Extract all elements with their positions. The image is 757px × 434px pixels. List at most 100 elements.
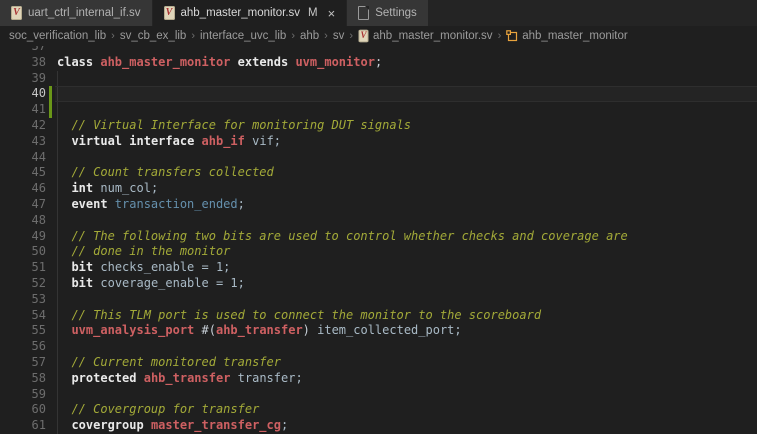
tab-label: uart_ctrl_internal_if.sv (28, 7, 141, 19)
line-number[interactable]: 38 (0, 55, 46, 71)
code-line[interactable]: 40 (0, 86, 757, 102)
line-number[interactable]: 47 (0, 197, 46, 213)
line-number[interactable]: 58 (0, 371, 46, 387)
chevron-right-icon: › (111, 30, 115, 42)
code-text: // This TLM port is used to connect the … (57, 308, 541, 324)
breadcrumb-label: sv (333, 30, 345, 42)
code-line[interactable]: 59 (0, 387, 757, 403)
chevron-right-icon: › (498, 30, 502, 42)
breadcrumb-item[interactable]: ahb_master_monitor (506, 30, 627, 42)
breadcrumb-item[interactable]: interface_uvc_lib (200, 30, 286, 42)
breadcrumb-item[interactable]: ahb (300, 30, 319, 42)
code-line[interactable]: 44 (0, 150, 757, 166)
code-line[interactable]: 43 virtual interface ahb_if vif; (0, 134, 757, 150)
breadcrumb-item[interactable]: sv (333, 30, 345, 42)
tab-uart-ctrl-internal-if-sv[interactable]: Vuart_ctrl_internal_if.sv (0, 0, 153, 26)
line-number[interactable]: 57 (0, 355, 46, 371)
code-text: // Covergroup for transfer (57, 402, 259, 418)
line-number[interactable]: 52 (0, 276, 46, 292)
line-number[interactable]: 41 (0, 102, 46, 118)
class-symbol-icon (506, 30, 518, 42)
code-line[interactable]: 52 bit coverage_enable = 1; (0, 276, 757, 292)
breadcrumb-label: ahb_master_monitor (522, 30, 627, 42)
code-text: covergroup master_transfer_cg; (57, 418, 288, 434)
current-line-highlight (55, 86, 757, 102)
tab-label: ahb_master_monitor.sv (181, 7, 301, 19)
code-line[interactable]: 56 (0, 339, 757, 355)
code-line[interactable]: 58 protected ahb_transfer transfer; (0, 371, 757, 387)
code-text: virtual interface ahb_if vif; (57, 134, 281, 150)
code-line[interactable]: 61 covergroup master_transfer_cg; (0, 418, 757, 434)
code-text: int num_col; (57, 181, 158, 197)
close-icon[interactable]: × (328, 7, 336, 20)
code-text: // Count transfers collected (57, 165, 274, 181)
line-number[interactable]: 39 (0, 71, 46, 87)
code-line[interactable]: 46 int num_col; (0, 181, 757, 197)
line-number[interactable]: 59 (0, 387, 46, 403)
code-line[interactable]: 49 // The following two bits are used to… (0, 229, 757, 245)
breadcrumb-label: interface_uvc_lib (200, 30, 286, 42)
chevron-right-icon: › (291, 30, 295, 42)
breadcrumb: soc_verification_lib › sv_cb_ex_lib › interf… (0, 26, 757, 46)
code-text: bit checks_enable = 1; (57, 260, 230, 276)
code-editor[interactable]: 3738 class ahb_master_monitor extends uvm… (0, 46, 757, 434)
code-line[interactable]: 38 class ahb_master_monitor extends uvm_m… (0, 55, 757, 71)
tab-ahb-master-monitor-sv[interactable]: Vahb_master_monitor.svM× (153, 0, 348, 26)
code-line[interactable]: 42 // Virtual Interface for monitoring D… (0, 118, 757, 134)
line-number[interactable]: 43 (0, 134, 46, 150)
chevron-right-icon: › (349, 30, 353, 42)
code-line[interactable]: 48 (0, 213, 757, 229)
chevron-right-icon: › (324, 30, 328, 42)
line-number[interactable]: 56 (0, 339, 46, 355)
line-number[interactable]: 46 (0, 181, 46, 197)
code-line[interactable]: 37 (0, 46, 757, 55)
breadcrumb-label: soc_verification_lib (9, 30, 106, 42)
line-number[interactable]: 42 (0, 118, 46, 134)
code-line[interactable]: 60 // Covergroup for transfer (0, 402, 757, 418)
code-line[interactable]: 57 // Current monitored transfer (0, 355, 757, 371)
git-modified-badge: M (308, 7, 318, 19)
code-text: // Virtual Interface for monitoring DUT … (57, 118, 411, 134)
breadcrumb-item[interactable]: soc_verification_lib (9, 30, 106, 42)
line-number[interactable]: 60 (0, 402, 46, 418)
systemverilog-file-icon: V (359, 30, 369, 43)
chevron-right-icon: › (191, 30, 195, 42)
git-added-indicator (49, 102, 52, 118)
line-number[interactable]: 54 (0, 308, 46, 324)
code-line[interactable]: 53 (0, 292, 757, 308)
breadcrumb-label: ahb_master_monitor.sv (373, 30, 493, 42)
breadcrumb-item[interactable]: sv_cb_ex_lib (120, 30, 186, 42)
code-line[interactable]: 39 (0, 71, 757, 87)
line-number[interactable]: 50 (0, 244, 46, 260)
code-line[interactable]: 55 uvm_analysis_port #(ahb_transfer) ite… (0, 323, 757, 339)
breadcrumb-label: sv_cb_ex_lib (120, 30, 186, 42)
line-number[interactable]: 48 (0, 213, 46, 229)
code-text: class ahb_master_monitor extends uvm_mon… (57, 55, 382, 71)
code-line[interactable]: 51 bit checks_enable = 1; (0, 260, 757, 276)
line-number[interactable]: 40 (0, 86, 46, 102)
line-number[interactable]: 49 (0, 229, 46, 245)
code-text: event transaction_ended; (57, 197, 245, 213)
code-line[interactable]: 45 // Count transfers collected (0, 165, 757, 181)
code-text: // Current monitored transfer (57, 355, 281, 371)
line-number[interactable]: 53 (0, 292, 46, 308)
tab-label: Settings (375, 7, 417, 19)
line-number[interactable]: 51 (0, 260, 46, 276)
file-icon (358, 6, 369, 20)
line-number[interactable]: 37 (0, 46, 46, 55)
code-line[interactable]: 41 (0, 102, 757, 118)
code-line[interactable]: 50 // done in the monitor (0, 244, 757, 260)
code-text: bit coverage_enable = 1; (57, 276, 245, 292)
tab-settings[interactable]: Settings (347, 0, 429, 26)
breadcrumb-item[interactable]: Vahb_master_monitor.sv (358, 29, 493, 43)
code-line[interactable]: 47 event transaction_ended; (0, 197, 757, 213)
tab-bar: Vuart_ctrl_internal_if.svVahb_master_mon… (0, 0, 757, 26)
line-number[interactable]: 45 (0, 165, 46, 181)
code-text: protected ahb_transfer transfer; (57, 371, 303, 387)
line-number[interactable]: 61 (0, 418, 46, 434)
line-number[interactable]: 44 (0, 150, 46, 166)
code-text: // done in the monitor (57, 244, 230, 260)
line-number[interactable]: 55 (0, 323, 46, 339)
systemverilog-file-icon: V (11, 6, 22, 20)
code-line[interactable]: 54 // This TLM port is used to connect t… (0, 308, 757, 324)
